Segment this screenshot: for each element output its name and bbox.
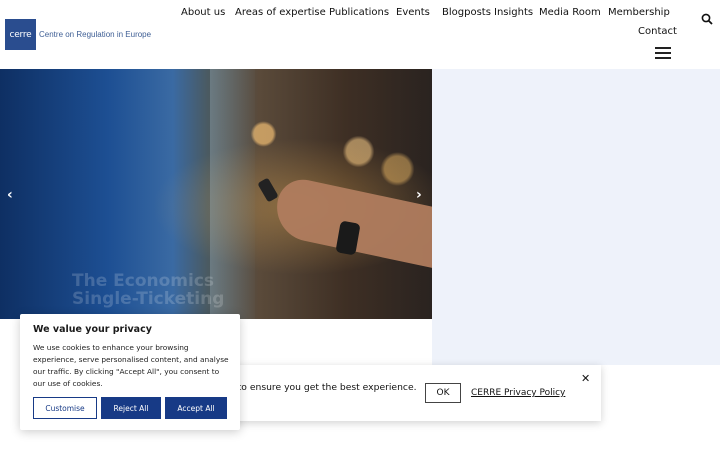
nav-publications[interactable]: Publications [329,7,389,18]
cookie-body-text: We use cookies to enhance your browsing … [33,343,229,388]
cookie-title: We value your privacy [33,324,152,335]
nav-contact[interactable]: Contact [638,26,677,37]
close-icon[interactable]: ✕ [581,372,590,385]
nav-events[interactable]: Events [396,7,430,18]
nav-insights[interactable]: Insights [494,7,533,18]
notice-ok-button[interactable]: OK [425,383,461,403]
customise-button[interactable]: Customise [33,397,97,419]
accept-all-button[interactable]: Accept All [165,397,227,419]
hero-phone-image [257,177,279,203]
notice-text: s to ensure you get the best experience. [230,382,417,393]
side-panel [432,69,720,365]
hero-caption: The Economics Single-Ticketing [72,272,224,308]
nav-blogposts[interactable]: Blogposts [442,7,491,18]
hero-carousel: The Economics Single-Ticketing ‹ › [0,69,432,319]
site-header: cerre Centre on Regulation in Europe Abo… [0,0,720,69]
reject-all-button[interactable]: Reject All [101,397,161,419]
hero-caption-line2: Single-Ticketing [72,289,225,309]
cookie-consent-banner: We value your privacy We use cookies to … [20,314,240,430]
carousel-prev-icon[interactable]: ‹ [7,187,13,203]
nav-membership[interactable]: Membership [608,7,670,18]
nav-areas-of-expertise[interactable]: Areas of expertise [235,7,326,18]
hamburger-menu-icon[interactable] [655,47,671,59]
privacy-policy-link[interactable]: CERRE Privacy Policy [471,388,565,398]
nav-about-us[interactable]: About us [181,7,225,18]
carousel-next-icon[interactable]: › [416,187,422,203]
hero-caption-line1: The Economics [72,271,215,291]
logo-mark: cerre [5,19,36,50]
nav-media-room[interactable]: Media Room [539,7,601,18]
search-icon[interactable] [701,13,713,25]
site-logo[interactable]: cerre Centre on Regulation in Europe [5,19,151,50]
logo-wordmark: Centre on Regulation in Europe [39,30,152,39]
